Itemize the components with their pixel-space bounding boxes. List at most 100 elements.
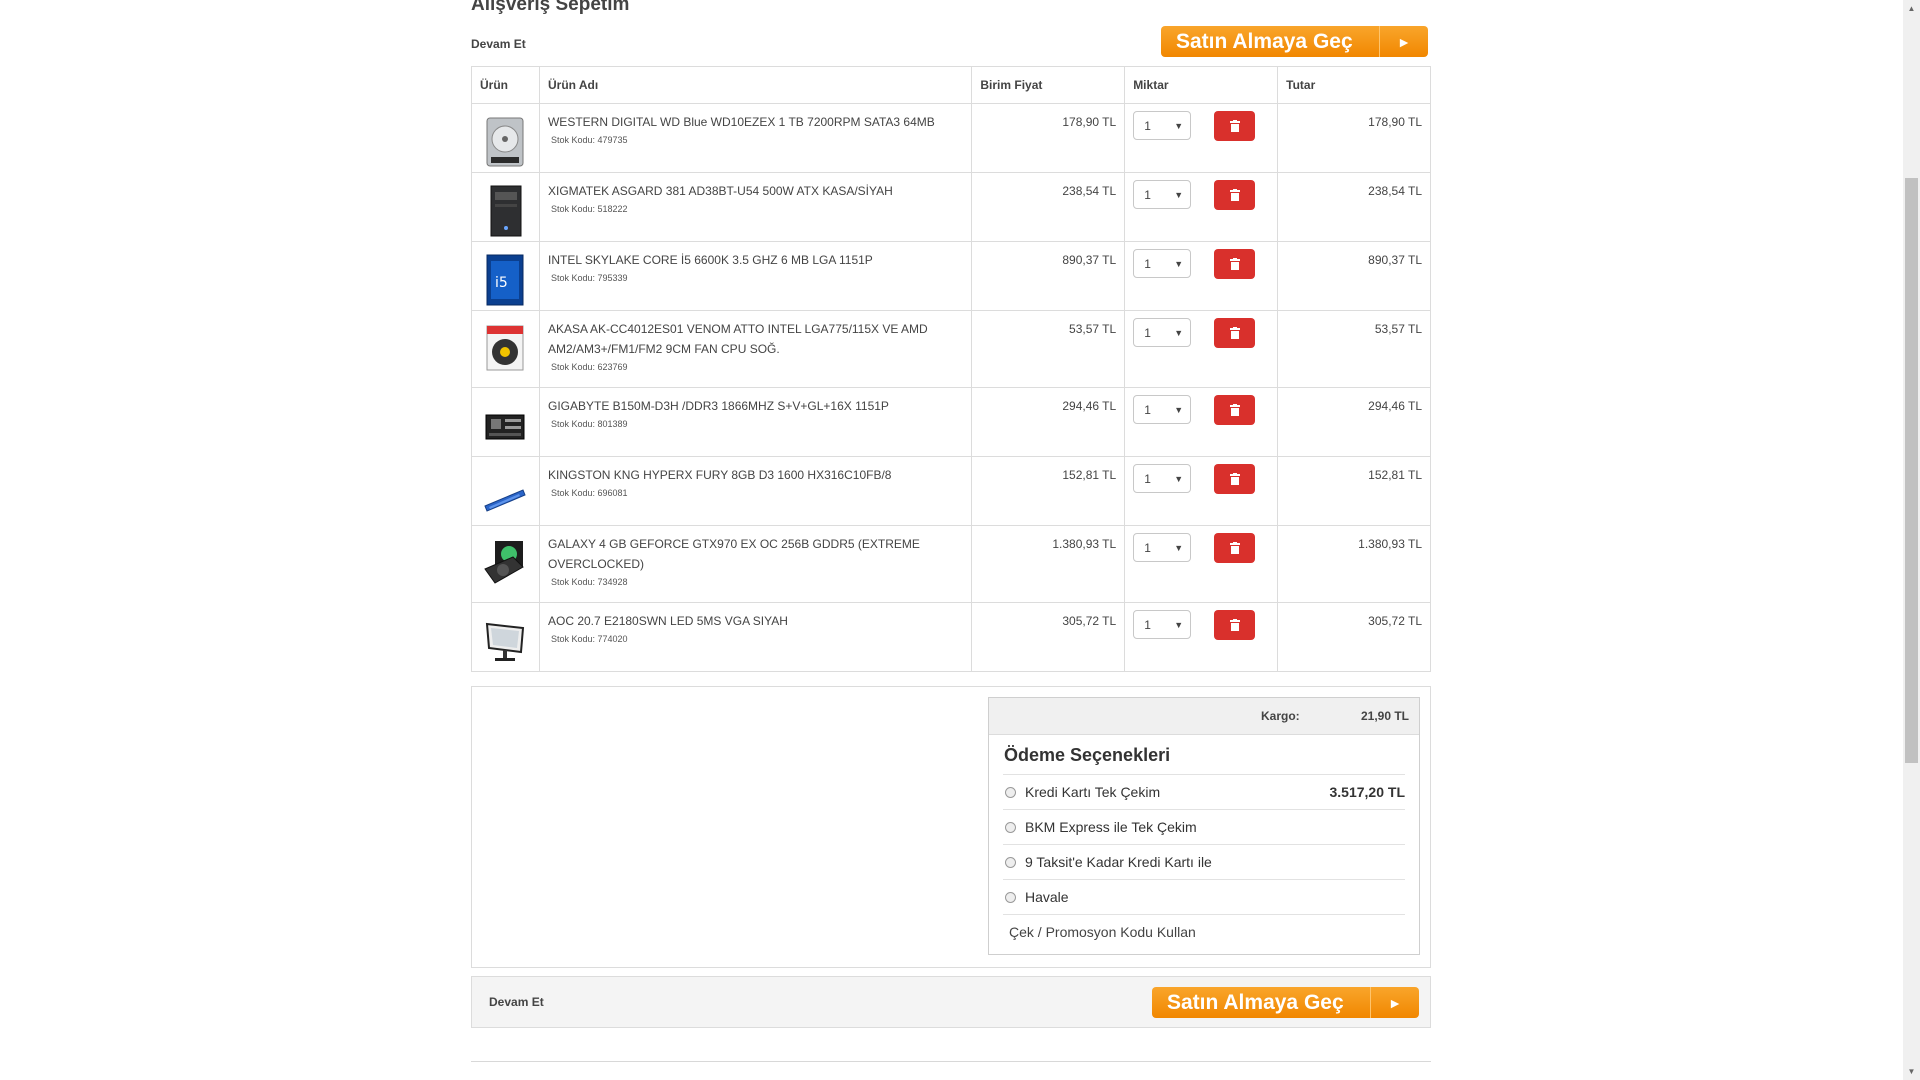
quantity-cell: 1 ▼	[1124, 387, 1279, 457]
scrollbar-thumb[interactable]	[1905, 178, 1918, 763]
checkout-button-top[interactable]: Satın Almaya Geç ►	[1161, 26, 1428, 57]
motherboard-icon[interactable]	[483, 399, 527, 453]
unit-price: 1.380,93 TL	[971, 525, 1126, 603]
trash-icon	[1229, 619, 1240, 631]
remove-item-button[interactable]	[1214, 249, 1256, 279]
product-image-cell	[471, 103, 540, 173]
quantity-value: 1	[1144, 256, 1151, 271]
payment-options-title: Ödeme Seçenekleri	[1004, 745, 1171, 765]
product-image-cell	[471, 387, 540, 457]
remove-item-button[interactable]	[1214, 318, 1256, 348]
payment-option-label: 9 Taksit'e Kadar Kredi Kartı ile	[1025, 854, 1212, 870]
payment-option-credit-card-single[interactable]: Kredi Kartı Tek Çekim 3.517,20 TL	[1003, 774, 1405, 809]
quantity-select[interactable]: 1 ▼	[1133, 111, 1192, 140]
remove-item-button[interactable]	[1214, 180, 1256, 210]
radio-button[interactable]	[1005, 856, 1016, 868]
quantity-value: 1	[1144, 187, 1151, 202]
ram-icon[interactable]	[483, 468, 527, 522]
page-title: Alışveriş Sepetim	[471, 0, 630, 15]
quantity-cell: 1 ▼	[1124, 525, 1279, 603]
radio-button[interactable]	[1005, 891, 1016, 903]
scroll-down-icon[interactable]: ▼	[1903, 1063, 1920, 1080]
quantity-value: 1	[1144, 540, 1151, 555]
hdd-icon[interactable]	[483, 115, 527, 169]
remove-item-button[interactable]	[1214, 395, 1256, 425]
quantity-select[interactable]: 1 ▼	[1133, 249, 1192, 278]
product-name-link[interactable]: AOC 20.7 E2180SWN LED 5MS VGA SIYAH	[548, 611, 963, 631]
quantity-cell: 1 ▼	[1124, 172, 1279, 242]
product-name-link[interactable]: GALAXY 4 GB GEFORCE GTX970 EX OC 256B GD…	[548, 534, 963, 574]
quantity-select[interactable]: 1 ▼	[1133, 318, 1192, 347]
payment-option-label: Havale	[1025, 889, 1069, 905]
quantity-select[interactable]: 1 ▼	[1133, 533, 1192, 562]
checkout-button-label: Satın Almaya Geç	[1176, 29, 1353, 53]
product-name-link[interactable]: GIGABYTE B150M-D3H /DDR3 1866MHZ S+V+GL+…	[548, 396, 963, 416]
unit-price: 178,90 TL	[971, 103, 1126, 173]
remove-item-button[interactable]	[1214, 610, 1256, 640]
svg-text:i5: i5	[495, 275, 508, 291]
product-name-link[interactable]: AKASA AK-CC4012ES01 VENOM ATTO INTEL LGA…	[548, 319, 963, 359]
quantity-controls: 1 ▼	[1133, 111, 1269, 141]
payment-option-bank-transfer[interactable]: Havale	[1003, 879, 1405, 914]
product-name-cell: WESTERN DIGITAL WD Blue WD10EZEX 1 TB 72…	[538, 103, 973, 173]
remove-item-button[interactable]	[1214, 533, 1256, 563]
chevron-down-icon: ▼	[1174, 258, 1184, 269]
payment-option-bkm-express[interactable]: BKM Express ile Tek Çekim	[1003, 809, 1405, 844]
continue-shopping-link[interactable]: Devam Et	[471, 37, 526, 51]
unit-price: 238,54 TL	[971, 172, 1126, 242]
header-quantity: Miktar	[1124, 66, 1279, 104]
line-total: 890,37 TL	[1277, 241, 1431, 311]
product-name-cell: INTEL SKYLAKE CORE İ5 6600K 3.5 GHZ 6 MB…	[538, 241, 973, 311]
shipping-label: Kargo:	[1261, 709, 1300, 723]
arrow-right-icon: ►	[1370, 987, 1419, 1018]
payment-amount: 3.517,20 TL	[1329, 784, 1406, 800]
case-icon[interactable]	[483, 184, 527, 238]
gpu-icon[interactable]	[483, 537, 527, 591]
quantity-value: 1	[1144, 118, 1151, 133]
unit-price: 305,72 TL	[971, 602, 1126, 672]
cpu-box-icon[interactable]: i5	[483, 253, 527, 307]
stock-code: Stok Kodu: 734928	[550, 577, 628, 587]
quantity-cell: 1 ▼	[1124, 310, 1279, 388]
unit-price: 152,81 TL	[971, 456, 1126, 526]
remove-item-button[interactable]	[1214, 464, 1256, 494]
unit-price: 53,57 TL	[971, 310, 1126, 388]
stock-code: Stok Kodu: 795339	[550, 273, 628, 283]
promo-code-link[interactable]: Çek / Promosyon Kodu Kullan	[1003, 914, 1405, 949]
scroll-up-icon[interactable]: ▲	[1903, 0, 1920, 17]
quantity-value: 1	[1144, 471, 1151, 486]
product-name-cell: XIGMATEK ASGARD 381 AD38BT-U54 500W ATX …	[538, 172, 973, 242]
radio-button[interactable]	[1005, 786, 1016, 798]
fan-icon[interactable]	[483, 322, 527, 376]
vertical-scrollbar[interactable]: ▲ ▼	[1903, 0, 1920, 1080]
product-name-link[interactable]: INTEL SKYLAKE CORE İ5 6600K 3.5 GHZ 6 MB…	[548, 250, 963, 270]
checkout-button-label: Satın Almaya Geç	[1167, 990, 1344, 1014]
quantity-controls: 1 ▼	[1133, 249, 1269, 279]
trash-icon	[1229, 473, 1240, 485]
remove-item-button[interactable]	[1214, 111, 1256, 141]
quantity-controls: 1 ▼	[1133, 610, 1269, 640]
product-name-link[interactable]: KINGSTON KNG HYPERX FURY 8GB D3 1600 HX3…	[548, 465, 963, 485]
radio-button[interactable]	[1005, 821, 1016, 833]
stock-code: Stok Kodu: 479735	[550, 135, 628, 145]
unit-price: 890,37 TL	[971, 241, 1126, 311]
line-total: 53,57 TL	[1277, 310, 1431, 388]
payment-option-installments[interactable]: 9 Taksit'e Kadar Kredi Kartı ile	[1003, 844, 1405, 879]
line-total: 238,54 TL	[1277, 172, 1431, 242]
chevron-down-icon: ▼	[1174, 404, 1184, 415]
product-image-cell	[471, 602, 540, 672]
product-name-link[interactable]: WESTERN DIGITAL WD Blue WD10EZEX 1 TB 72…	[548, 112, 963, 132]
quantity-select[interactable]: 1 ▼	[1133, 395, 1192, 424]
header-total: Tutar	[1277, 66, 1431, 104]
quantity-select[interactable]: 1 ▼	[1133, 180, 1192, 209]
quantity-select[interactable]: 1 ▼	[1133, 464, 1192, 493]
quantity-select[interactable]: 1 ▼	[1133, 610, 1192, 639]
continue-shopping-link-bottom[interactable]: Devam Et	[489, 995, 544, 1009]
divider	[471, 1061, 1431, 1062]
product-name-link[interactable]: XIGMATEK ASGARD 381 AD38BT-U54 500W ATX …	[548, 181, 963, 201]
trash-icon	[1229, 258, 1240, 270]
product-image-cell	[471, 172, 540, 242]
monitor-icon[interactable]	[483, 614, 527, 668]
cart-table: Ürün Ürün Adı Birim Fiyat Miktar Tutar W…	[471, 66, 1431, 672]
checkout-button-bottom[interactable]: Satın Almaya Geç ►	[1152, 987, 1419, 1018]
